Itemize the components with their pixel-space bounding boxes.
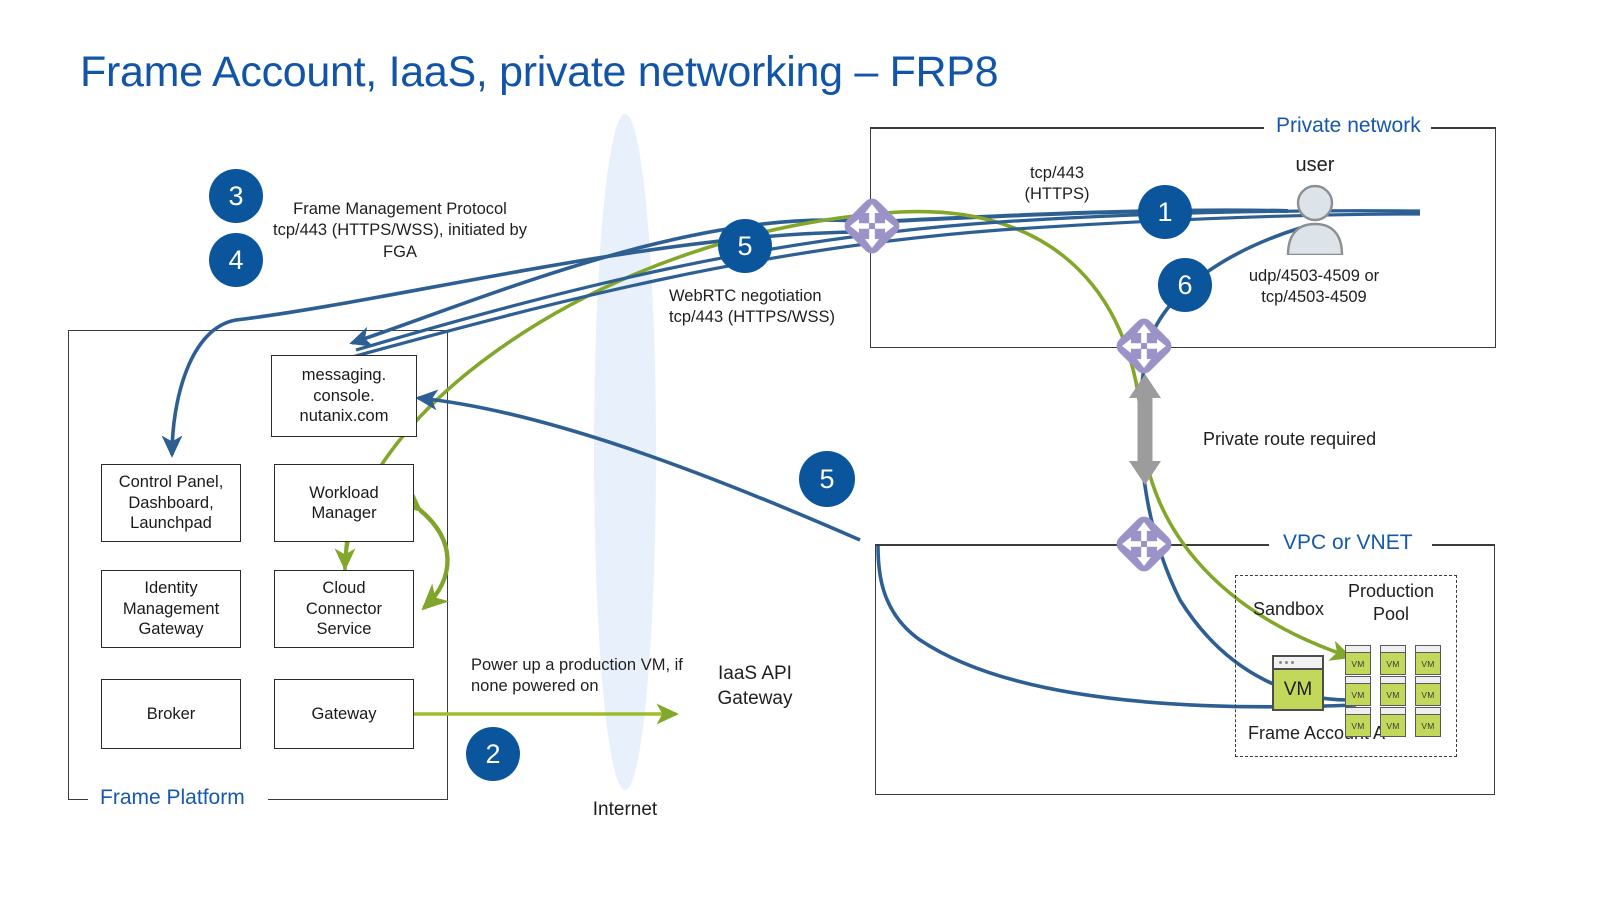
- tcp443-https-label: tcp/443 (HTTPS): [1024, 164, 1090, 204]
- iaas-api-gateway-label: IaaS API Gateway: [717, 663, 793, 709]
- step-badge-4: 4: [209, 233, 263, 287]
- sandbox-vm-icon[interactable]: VM: [1272, 655, 1324, 711]
- pool-vm-icon[interactable]: VM: [1380, 707, 1406, 737]
- vm-titlebar: [1381, 708, 1405, 715]
- udp-tcp-ports-label: udp/4503-4509 or tcp/4503-4509: [1248, 267, 1380, 307]
- vm-titlebar: [1381, 646, 1405, 653]
- user-avatar-icon: [1280, 183, 1350, 257]
- private-route-required-label: Private route required: [1203, 429, 1377, 449]
- node-cloud-connector-service-label: Cloud Connector Service: [305, 579, 383, 639]
- frame-management-protocol-label: Frame Management Protocol tcp/443 (HTTPS…: [272, 200, 527, 261]
- step-badge-4-number: 4: [228, 244, 244, 275]
- vm-window-titlebar: [1274, 657, 1322, 670]
- pool-vm-icon[interactable]: VM: [1415, 645, 1441, 675]
- node-cloud-connector-service[interactable]: Cloud Connector Service: [274, 570, 414, 648]
- pool-vm-label: VM: [1421, 689, 1435, 700]
- step-badge-5-top: 5: [718, 219, 772, 273]
- node-broker[interactable]: Broker: [101, 679, 241, 749]
- node-control-panel[interactable]: Control Panel, Dashboard, Launchpad: [101, 464, 241, 542]
- step-badge-6-number: 6: [1177, 269, 1193, 300]
- step-badge-1-number: 1: [1157, 196, 1173, 227]
- step-badge-5-bottom: 5: [799, 451, 855, 507]
- pool-vm-label: VM: [1386, 720, 1400, 731]
- step-badge-5-top-number: 5: [737, 230, 753, 261]
- vm-titlebar: [1416, 646, 1440, 653]
- pool-vm-label: VM: [1351, 689, 1365, 700]
- power-up-vm-label: Power up a production VM, if none powere…: [471, 656, 683, 696]
- pool-vm-icon[interactable]: VM: [1380, 645, 1406, 675]
- node-gateway[interactable]: Gateway: [274, 679, 414, 749]
- pool-vm-label: VM: [1351, 720, 1365, 731]
- pool-vm-icon[interactable]: VM: [1380, 676, 1406, 706]
- webrtc-negotiation-label: WebRTC negotiation tcp/443 (HTTPS/WSS): [669, 287, 835, 327]
- router-icon-private-network-ingress: [840, 192, 904, 258]
- node-control-panel-label: Control Panel, Dashboard, Launchpad: [118, 473, 224, 533]
- vm-titlebar: [1416, 708, 1440, 715]
- pool-vm-label: VM: [1421, 720, 1435, 731]
- step-badge-3-number: 3: [228, 180, 244, 211]
- private-network-label: Private network: [1266, 114, 1431, 138]
- node-workload-manager[interactable]: Workload Manager: [274, 464, 414, 542]
- pool-vm-icon[interactable]: VM: [1345, 645, 1371, 675]
- pool-vm-icon[interactable]: VM: [1415, 676, 1441, 706]
- pool-vm-icon[interactable]: VM: [1345, 676, 1371, 706]
- private-route-arrow: [1129, 374, 1161, 485]
- step-badge-2: 2: [466, 727, 520, 781]
- vm-titlebar: [1381, 677, 1405, 684]
- router-icon-private-network-egress: [1112, 312, 1176, 378]
- vm-titlebar: [1346, 646, 1370, 653]
- node-broker-label: Broker: [146, 704, 196, 723]
- user-label: user: [1295, 154, 1335, 176]
- node-workload-manager-label: Workload Manager: [309, 483, 379, 522]
- vpc-vnet-label: VPC or VNET: [1273, 531, 1423, 555]
- pool-vm-label: VM: [1386, 689, 1400, 700]
- pool-vm-label: VM: [1386, 658, 1400, 669]
- pool-vm-icon[interactable]: VM: [1345, 707, 1371, 737]
- step-badge-6: 6: [1158, 258, 1212, 312]
- step-badge-3: 3: [209, 169, 263, 223]
- step-badge-2-number: 2: [485, 738, 501, 769]
- internet-label: Internet: [592, 799, 658, 820]
- node-identity-management-gateway[interactable]: Identity Management Gateway: [101, 570, 241, 648]
- production-pool-label: Production Pool: [1347, 581, 1435, 625]
- sandbox-vm-label: VM: [1283, 678, 1313, 700]
- pool-vm-label: VM: [1351, 658, 1365, 669]
- diagram-canvas: Frame Account, IaaS, private networking …: [0, 0, 1600, 900]
- pool-vm-label: VM: [1421, 658, 1435, 669]
- step-badge-1: 1: [1138, 185, 1192, 239]
- node-gateway-label: Gateway: [311, 704, 377, 723]
- router-icon-vpc-ingress: [1112, 510, 1176, 576]
- node-messaging-console[interactable]: messaging. console. nutanix.com: [271, 355, 417, 437]
- sandbox-label: Sandbox: [1253, 599, 1325, 619]
- vm-titlebar: [1346, 677, 1370, 684]
- frame-platform-label: Frame Platform: [90, 786, 255, 810]
- pool-vm-icon[interactable]: VM: [1415, 707, 1441, 737]
- vm-titlebar: [1416, 677, 1440, 684]
- node-messaging-console-label: messaging. console. nutanix.com: [299, 366, 389, 426]
- step-badge-5-bottom-number: 5: [819, 463, 835, 494]
- node-identity-management-gateway-label: Identity Management Gateway: [122, 579, 220, 639]
- vm-titlebar: [1346, 708, 1370, 715]
